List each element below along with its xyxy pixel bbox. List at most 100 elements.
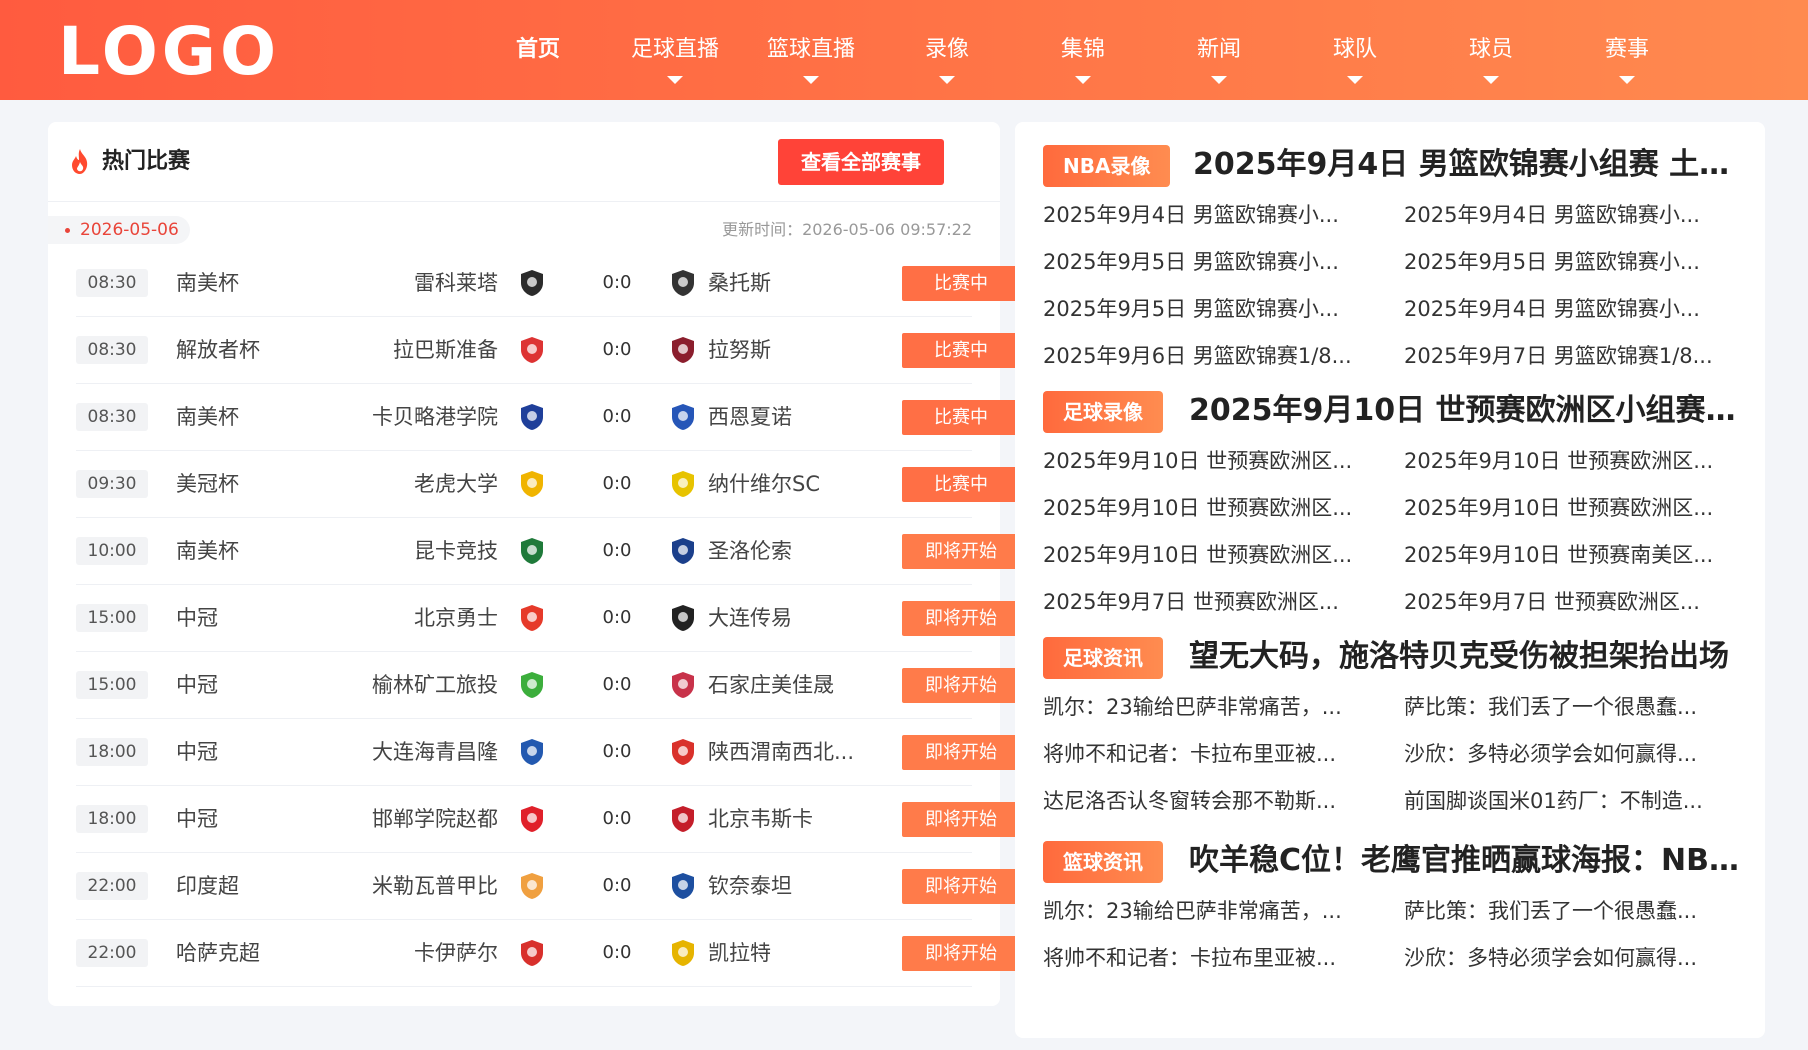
match-row[interactable]: 22:00 印度超 米勒瓦普甲比 0:0 钦奈泰坦 即将开始 <box>76 853 1020 920</box>
away-team-name[interactable]: 圣洛伦索 <box>708 535 792 567</box>
news-headline[interactable]: 吹羊稳C位！老鹰官推晒赢球海报：NB... <box>1189 840 1743 882</box>
news-category-tag[interactable]: NBA录像 <box>1043 145 1171 187</box>
match-row[interactable]: 15:00 中冠 北京勇士 0:0 大连传易 即将开始 <box>76 585 1020 652</box>
nav-item-8[interactable]: 赛事 <box>1562 33 1692 84</box>
news-link[interactable]: 2025年9月10日 世预赛欧洲区... <box>1043 493 1373 523</box>
match-league[interactable]: 印度超 <box>176 870 239 902</box>
home-team-name[interactable]: 雷科莱塔 <box>414 267 498 299</box>
match-league[interactable]: 中冠 <box>176 803 218 835</box>
match-league[interactable]: 南美杯 <box>176 401 239 433</box>
nav-item-0[interactable]: 首页 <box>473 33 603 67</box>
view-all-matches-button[interactable]: 查看全部赛事 <box>778 139 944 185</box>
home-team-name[interactable]: 老虎大学 <box>414 468 498 500</box>
match-status-button[interactable]: 比赛中 <box>902 400 1020 435</box>
news-link[interactable]: 萨比策：我们丢了一个很愚蠢... <box>1404 692 1734 722</box>
nav-item-4[interactable]: 集锦 <box>1018 33 1148 84</box>
news-link[interactable]: 沙欣：多特必须学会如何赢得... <box>1404 943 1734 973</box>
match-row[interactable]: 09:30 美冠杯 老虎大学 0:0 纳什维尔SC 比赛中 <box>76 451 1020 518</box>
news-headline[interactable]: 2025年9月4日 男篮欧锦赛小组赛 土耳... <box>1193 144 1743 186</box>
match-status-button[interactable]: 比赛中 <box>902 467 1020 502</box>
news-headline[interactable]: 2025年9月10日 世预赛欧洲区小组赛K... <box>1189 390 1743 432</box>
match-row[interactable]: 18:00 中冠 邯郸学院赵都 0:0 北京韦斯卡 即将开始 <box>76 786 1020 853</box>
away-team-name[interactable]: 纳什维尔SC <box>708 468 820 500</box>
news-category-tag[interactable]: 足球录像 <box>1043 391 1163 433</box>
home-team-name[interactable]: 卡贝略港学院 <box>372 401 498 433</box>
news-link[interactable]: 将帅不和记者：卡拉布里亚被... <box>1043 943 1373 973</box>
match-league[interactable]: 中冠 <box>176 736 218 768</box>
news-link[interactable]: 2025年9月6日 男篮欧锦赛1/8... <box>1043 341 1373 371</box>
news-link[interactable]: 2025年9月10日 世预赛南美区... <box>1404 540 1734 570</box>
news-link[interactable]: 2025年9月10日 世预赛欧洲区... <box>1043 446 1373 476</box>
match-status-button[interactable]: 即将开始 <box>902 668 1020 703</box>
match-status-button[interactable]: 即将开始 <box>902 936 1020 971</box>
home-team-name[interactable]: 北京勇士 <box>414 602 498 634</box>
match-league[interactable]: 哈萨克超 <box>176 937 260 969</box>
away-team-name[interactable]: 北京韦斯卡 <box>708 803 813 835</box>
away-team-name[interactable]: 石家庄美佳晟 <box>708 669 834 701</box>
nav-item-5[interactable]: 新闻 <box>1154 33 1284 84</box>
news-link[interactable]: 2025年9月10日 世预赛欧洲区... <box>1404 493 1734 523</box>
match-status-button[interactable]: 比赛中 <box>902 333 1020 368</box>
match-status-button[interactable]: 即将开始 <box>902 735 1020 770</box>
away-team-name[interactable]: 凯拉特 <box>708 937 771 969</box>
home-team-name[interactable]: 拉巴斯准备 <box>393 334 498 366</box>
home-team-name[interactable]: 邯郸学院赵都 <box>372 803 498 835</box>
nav-item-6[interactable]: 球队 <box>1290 33 1420 84</box>
news-link[interactable]: 2025年9月5日 男篮欧锦赛小... <box>1043 247 1373 277</box>
news-link[interactable]: 2025年9月7日 世预赛欧洲区... <box>1404 587 1734 617</box>
news-link[interactable]: 2025年9月10日 世预赛欧洲区... <box>1404 446 1734 476</box>
news-link[interactable]: 沙欣：多特必须学会如何赢得... <box>1404 739 1734 769</box>
news-link[interactable]: 凯尔：23输给巴萨非常痛苦，... <box>1043 692 1373 722</box>
match-row[interactable]: 18:00 中冠 大连海青昌隆 0:0 陕西渭南西北... 即将开始 <box>76 719 1020 786</box>
match-league[interactable]: 解放者杯 <box>176 334 260 366</box>
news-link[interactable]: 将帅不和记者：卡拉布里亚被... <box>1043 739 1373 769</box>
nav-item-3[interactable]: 录像 <box>882 33 1012 84</box>
away-team-name[interactable]: 拉努斯 <box>708 334 771 366</box>
news-link[interactable]: 2025年9月4日 男篮欧锦赛小... <box>1404 200 1734 230</box>
match-row[interactable]: 08:30 南美杯 雷科莱塔 0:0 桑托斯 比赛中 <box>76 250 1020 317</box>
news-category-tag[interactable]: 足球资讯 <box>1043 637 1163 679</box>
site-logo[interactable]: LOGO <box>58 14 280 90</box>
match-row[interactable]: 10:00 南美杯 昆卡竞技 0:0 圣洛伦索 即将开始 <box>76 518 1020 585</box>
news-link[interactable]: 2025年9月10日 世预赛欧洲区... <box>1043 540 1373 570</box>
match-league[interactable]: 中冠 <box>176 669 218 701</box>
news-link[interactable]: 2025年9月4日 男篮欧锦赛小... <box>1043 200 1373 230</box>
news-link[interactable]: 2025年9月5日 男篮欧锦赛小... <box>1043 294 1373 324</box>
nav-item-2[interactable]: 篮球直播 <box>746 33 876 84</box>
nav-item-1[interactable]: 足球直播 <box>610 33 740 84</box>
news-category-tag[interactable]: 篮球资讯 <box>1043 841 1163 883</box>
news-headline[interactable]: 望无大码，施洛特贝克受伤被担架抬出场 <box>1189 636 1743 678</box>
away-team-name[interactable]: 钦奈泰坦 <box>708 870 792 902</box>
match-status-button[interactable]: 比赛中 <box>902 266 1020 301</box>
match-league[interactable]: 南美杯 <box>176 535 239 567</box>
match-status-button[interactable]: 即将开始 <box>902 534 1020 569</box>
news-link[interactable]: 前国脚谈国米01药厂：不制造... <box>1404 786 1734 816</box>
match-league[interactable]: 中冠 <box>176 602 218 634</box>
match-row[interactable]: 22:00 哈萨克超 卡伊萨尔 0:0 凯拉特 即将开始 <box>76 920 1020 987</box>
away-team-name[interactable]: 大连传易 <box>708 602 792 634</box>
nav-item-7[interactable]: 球员 <box>1426 33 1556 84</box>
home-team-name[interactable]: 大连海青昌隆 <box>372 736 498 768</box>
away-team-name[interactable]: 桑托斯 <box>708 267 771 299</box>
match-row[interactable]: 08:30 解放者杯 拉巴斯准备 0:0 拉努斯 比赛中 <box>76 317 1020 384</box>
match-league[interactable]: 南美杯 <box>176 267 239 299</box>
away-team-name[interactable]: 西恩夏诺 <box>708 401 792 433</box>
match-status-button[interactable]: 即将开始 <box>902 869 1020 904</box>
match-row[interactable]: 15:00 中冠 榆林矿工旅投 0:0 石家庄美佳晟 即将开始 <box>76 652 1020 719</box>
match-status-button[interactable]: 即将开始 <box>902 601 1020 636</box>
match-row[interactable]: 08:30 南美杯 卡贝略港学院 0:0 西恩夏诺 比赛中 <box>76 384 1020 451</box>
news-link[interactable]: 凯尔：23输给巴萨非常痛苦，... <box>1043 896 1373 926</box>
home-team-name[interactable]: 卡伊萨尔 <box>414 937 498 969</box>
news-link[interactable]: 2025年9月7日 世预赛欧洲区... <box>1043 587 1373 617</box>
match-status-button[interactable]: 即将开始 <box>902 802 1020 837</box>
news-link[interactable]: 达尼洛否认冬窗转会那不勒斯... <box>1043 786 1373 816</box>
home-team-name[interactable]: 米勒瓦普甲比 <box>372 870 498 902</box>
match-league[interactable]: 美冠杯 <box>176 468 239 500</box>
home-team-name[interactable]: 榆林矿工旅投 <box>372 669 498 701</box>
news-link[interactable]: 2025年9月7日 男篮欧锦赛1/8... <box>1404 341 1734 371</box>
news-link[interactable]: 2025年9月5日 男篮欧锦赛小... <box>1404 247 1734 277</box>
home-team-name[interactable]: 昆卡竞技 <box>414 535 498 567</box>
away-team-name[interactable]: 陕西渭南西北... <box>708 736 854 768</box>
news-link[interactable]: 2025年9月4日 男篮欧锦赛小... <box>1404 294 1734 324</box>
news-link[interactable]: 萨比策：我们丢了一个很愚蠢... <box>1404 896 1734 926</box>
